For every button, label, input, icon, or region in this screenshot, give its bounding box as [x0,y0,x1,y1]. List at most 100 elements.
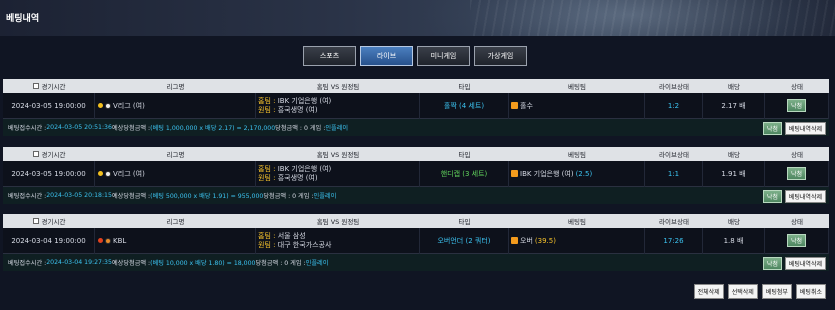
delete-bet-button[interactable]: 베팅내역삭제 [784,190,826,203]
select-all-checkbox[interactable] [32,83,39,89]
info-time: 2024-03-05 20:51:36 [46,124,112,131]
home-team: IBK 기업은행 (여) [277,96,332,105]
expect-amount: (베팅 500,000 x 배당 1.91) = 955,000 [150,193,264,200]
home-label: 홈팀 : [258,164,276,173]
live-status: 1:2 [645,92,703,119]
match-time: 2024-03-04 19:00:00 [3,227,95,254]
away-team: 흥국생명 (여) [277,105,318,114]
home-label: 홈팀 : [258,96,276,105]
col-time: 경기시간 [3,81,95,91]
delete-selected-button[interactable]: 선택삭제 [727,284,758,299]
league-cell: V리그 (여) [95,160,256,187]
table-header: 경기시간 리그명 홈팀 VS 원정팀 타입 베팅팀 라이브상태 배당 상태 [3,79,829,93]
away-team: 대구 한국가스공사 [277,240,332,249]
pick-line: (39.5) [534,236,556,245]
delete-bet-button[interactable]: 베팅내역삭제 [784,122,826,135]
win-amount: 당첨금액 : 0 게임 : [255,260,306,267]
expect-amount: (베팅 1,000,000 x 배당 2.17) = 2,170,000 [150,125,276,132]
home-team: 서울 삼성 [277,231,306,240]
page-header: 베팅내역 [0,0,835,36]
select-all-checkbox[interactable] [32,218,39,224]
col-pick: 베팅팀 [568,151,586,159]
col-league: 리그명 [166,151,185,159]
delete-bet-button[interactable]: 베팅내역삭제 [784,257,826,270]
pick-cell: 오버 (39.5) [509,227,645,254]
tab-minigame[interactable]: 미니게임 [417,46,470,66]
pick-name: IBK 기업은행 (여) [520,169,574,178]
col-league: 리그명 [166,83,185,91]
col-odds: 배당 [728,83,740,91]
match-time: 2024-03-05 19:00:00 [3,160,95,187]
odds: 1.91 배 [703,160,765,187]
volleyball-icon [105,170,111,177]
expect-label: 예상당첨금액 : [111,193,151,200]
attach-bet-button[interactable]: 베팅첨부 [761,284,792,299]
info-time: 2024-03-04 19:27:35 [46,259,112,266]
cancel-bet-button[interactable]: 베팅취소 [795,284,826,299]
info-label: 베팅접수시간 : [8,260,47,267]
col-odds: 배당 [728,151,740,159]
category-tabs: 스포츠 라이브 미니게임 가상게임 [303,46,527,66]
league-name: V리그 (여) [113,101,145,110]
col-pick: 베팅팀 [568,83,586,91]
flag-icon [98,238,103,243]
league-cell: V리그 (여) [95,92,256,119]
game-type: 인플레이 [305,260,329,267]
col-teams: 홈팀 VS 원정팀 [316,83,360,91]
basketball-icon [105,237,111,244]
bet-info: 베팅접수시간 : 2024-03-04 19:27:35 예상당첨금액 : (베… [3,254,829,271]
col-type: 타입 [458,83,471,91]
status-button[interactable]: 낙첨 [762,122,782,135]
tab-live[interactable]: 라이브 [360,46,413,66]
away-label: 원팀 : [258,240,276,249]
table-row: 2024-03-05 19:00:00 V리그 (여) 홈팀 : IBK 기업은… [3,92,829,119]
status-button[interactable]: 낙첨 [762,257,782,270]
league-cell: KBL [95,227,256,254]
delete-all-button[interactable]: 전체삭제 [693,284,724,299]
pick-name: 홀수 [520,101,533,110]
pick-line: (2.5) [575,169,593,178]
bet-type: 홀짝 (4 세트) [420,92,509,119]
col-time: 경기시간 [3,149,95,159]
away-team: 흥국생명 (여) [277,173,318,182]
info-label: 베팅접수시간 : [8,125,47,132]
status-cell: 낙첨 [765,92,829,119]
bet-type: 오버언더 (2 쿼터) [420,227,509,254]
home-label: 홈팀 : [258,231,276,240]
flag-icon [98,171,103,176]
col-teams: 홈팀 VS 원정팀 [316,218,360,226]
col-status: 상태 [791,151,803,159]
info-time: 2024-03-05 20:18:15 [46,192,112,199]
bet-info: 베팅접수시간 : 2024-03-05 20:18:15 예상당첨금액 : (베… [3,187,829,204]
col-odds: 배당 [728,218,740,226]
volleyball-icon [105,102,111,109]
status-badge: 낙첨 [786,234,807,247]
header-stripes [470,0,835,36]
win-amount: 당첨금액 : 0 게임 : [275,125,326,132]
select-all-checkbox[interactable] [32,151,39,157]
expect-label: 예상당첨금액 : [111,260,151,267]
bet-type: 핸디캡 (3 세트) [420,160,509,187]
status-button[interactable]: 낙첨 [762,190,782,203]
game-type: 인플레이 [313,193,337,200]
away-label: 원팀 : [258,105,276,114]
expect-label: 예상당첨금액 : [111,125,151,132]
expect-amount: (베팅 10,000 x 배당 1.80) = 18,000 [150,260,256,267]
tab-virtual[interactable]: 가상게임 [474,46,527,66]
col-status: 상태 [791,218,803,226]
bet-info: 베팅접수시간 : 2024-03-05 20:51:36 예상당첨금액 : (베… [3,119,829,136]
home-team: IBK 기업은행 (여) [277,164,332,173]
pick-icon [511,102,518,109]
live-status: 1:1 [645,160,703,187]
bottom-actions: 전체삭제 선택삭제 베팅첨부 베팅취소 [693,284,826,299]
pick-name: 오버 [520,236,533,245]
col-pick: 베팅팀 [568,218,586,226]
odds: 2.17 배 [703,92,765,119]
game-type: 인플레이 [325,125,349,132]
bet-section: 경기시간 리그명 홈팀 VS 원정팀 타입 베팅팀 라이브상태 배당 상태 20… [3,214,829,271]
pick-cell: 홀수 [509,92,645,119]
tab-sports[interactable]: 스포츠 [303,46,356,66]
col-live: 라이브상태 [659,151,689,159]
teams-cell: 홈팀 : 서울 삼성 원팀 : 대구 한국가스공사 [256,227,420,254]
col-time: 경기시간 [3,216,95,226]
